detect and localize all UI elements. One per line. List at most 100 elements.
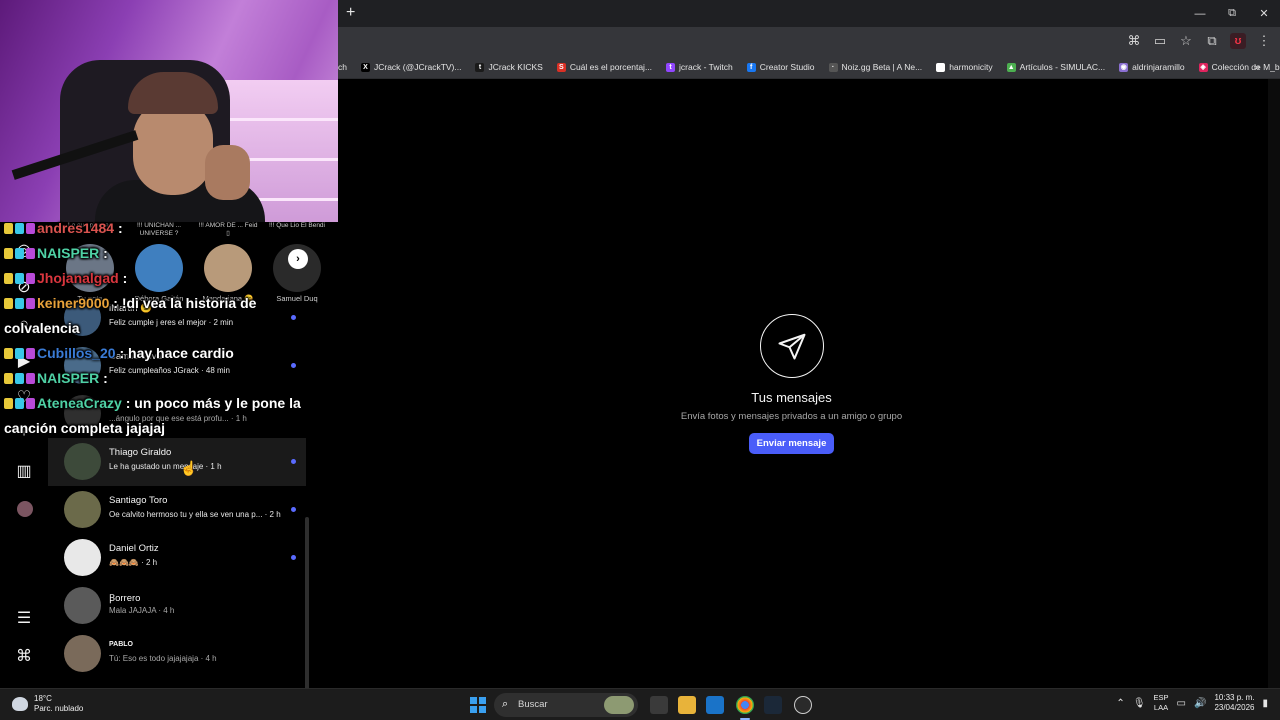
conversation-scrollbar[interactable]	[305, 517, 309, 717]
bookmark-favicon-icon: ◉	[1119, 62, 1129, 72]
threads-icon[interactable]: ⌘	[14, 646, 34, 666]
conversation-preview: Feliz cumple j eres el mejor · 2 min	[109, 318, 234, 327]
bookmark-label: Creator Studio	[759, 62, 815, 72]
preview-text: Feliz cumple j eres el mejor	[109, 318, 207, 327]
conversation-item[interactable]: Daniel Ortiz 🙈🙈🙈 · 2 h	[48, 534, 306, 582]
bookmark-favicon-icon: X	[360, 62, 370, 72]
bookmark-star-icon[interactable]: ☆	[1178, 33, 1194, 49]
unread-dot	[291, 507, 296, 512]
steam-icon[interactable]	[764, 696, 782, 714]
bookmark-item[interactable]: S Cuál es el porcentaj...	[556, 62, 652, 72]
notification-icon[interactable]: ▮	[1262, 698, 1268, 709]
dashboard-icon[interactable]: ▥	[14, 461, 34, 481]
conversation-item[interactable]: PABLO Tú: Eso es todo jajajajaja · 4 h	[48, 630, 306, 678]
microphone-icon[interactable]: 🎙	[1133, 698, 1146, 709]
conversation-avatar	[64, 587, 101, 624]
cast-icon[interactable]: ▭	[1152, 33, 1168, 49]
preview-text: Tú: Eso es todo jajajajaja	[109, 654, 199, 663]
bookmarks-overflow-icon[interactable]: »	[1254, 62, 1260, 73]
preview-time: 1 h	[235, 414, 247, 423]
volume-icon[interactable]: 🔊	[1194, 698, 1206, 709]
menu-kebab-icon[interactable]: ⋮	[1256, 33, 1272, 49]
weather-condition: Parc. nublado	[34, 704, 84, 713]
clock[interactable]: 10:33 p. m. 23/04/2026	[1214, 693, 1254, 713]
reels-icon[interactable]: ▶	[14, 351, 34, 371]
conversation-item[interactable]: Ꞵorrero Mala JAJAJA · 4 h	[48, 582, 306, 630]
note-item[interactable]: !!! UNICHAN ... UNIVERSE ? Débora Gaitán	[129, 222, 189, 303]
preview-time: 1 h	[210, 462, 222, 471]
preview-text: Feliz cumpleaños JGrack	[109, 366, 199, 375]
minimize-button[interactable]: —	[1184, 0, 1216, 27]
chrome-icon[interactable]	[736, 696, 754, 714]
bookmark-favicon-icon: S	[556, 62, 566, 72]
task-view-icon[interactable]	[650, 696, 668, 714]
note-item[interactable]: Lo que piensas Tu nota	[60, 222, 120, 303]
bookmark-item[interactable]: ◉ aldrinjaramillo	[1119, 62, 1185, 72]
preview-text: 🙈🙈🙈	[109, 558, 139, 567]
conversation-item[interactable]: Camilo Silva Feliz cumpleaños JGrack · 48…	[48, 342, 306, 390]
webcam-shelf	[230, 118, 338, 121]
instagram-sidebar: ◎ ⊘ ○ ▶ ♡ + ▥ ☰ ⌘ Lo que piensas Tu nota!…	[0, 222, 325, 717]
conversation-preview: 🙈🙈🙈 · 2 h	[109, 558, 158, 567]
taskbar-search-label: Buscar	[518, 699, 548, 710]
bookmark-item[interactable]: ▲ Artículos - SIMULAC...	[1006, 62, 1105, 72]
notes-carousel: Lo que piensas Tu nota!!! UNICHAN ... UNI…	[48, 222, 325, 303]
bookmark-favicon-icon: ▤	[936, 62, 946, 72]
bookmark-label: jcrack - Twitch	[679, 62, 733, 72]
new-tab-button[interactable]: +	[346, 4, 355, 22]
bookmark-favicon-icon: t	[666, 62, 676, 72]
webcam-person-hand	[205, 145, 250, 200]
conversation-item[interactable]: ...ángulo por que ese está profu... · 1 …	[48, 390, 306, 438]
file-explorer-icon[interactable]	[678, 696, 696, 714]
create-plus-icon[interactable]: +	[14, 423, 34, 443]
obs-icon[interactable]	[794, 696, 812, 714]
bookmark-item[interactable]: · Noiz.gg Beta | A Ne...	[828, 62, 922, 72]
conversation-list: iMartin 🙂 Feliz cumple j eres el mejor · …	[48, 294, 306, 688]
page-scrollbar[interactable]	[1268, 79, 1280, 688]
unread-dot	[291, 315, 296, 320]
bookmark-item[interactable]: ch	[338, 62, 347, 72]
note-item[interactable]: !!! AMOR DE ... Feid ▯ Mandariana 😊	[198, 222, 258, 303]
heart-icon[interactable]: ♡	[14, 387, 34, 407]
hamburger-menu-icon[interactable]: ☰	[14, 608, 34, 628]
chevron-right-icon[interactable]: ›	[288, 249, 308, 269]
windows-taskbar: 18°C Parc. nublado ⌕ Buscar ⌃ 🎙 ESP LAA …	[0, 688, 1280, 720]
conversation-item[interactable]: Santiago Toro Oe calvito hermoso tu y ell…	[48, 486, 306, 534]
mail-icon[interactable]	[706, 696, 724, 714]
weather-widget[interactable]: 18°C Parc. nublado	[12, 694, 83, 714]
conversation-avatar	[64, 491, 101, 528]
display-icon[interactable]: ▭	[1177, 698, 1186, 709]
conversation-item[interactable]: Thiago Giraldo Le ha gustado un mensaje ·…	[48, 438, 306, 486]
profile-avatar[interactable]: ʊ	[1230, 33, 1246, 49]
windows-start-icon[interactable]	[470, 697, 486, 713]
restore-button[interactable]: ⧉	[1216, 0, 1248, 27]
chevron-up-icon[interactable]: ⌃	[1116, 698, 1124, 709]
bookmarks-bar: ch X JCrack (@JCrackTV)... t JCrack KICKS S Cu…	[338, 56, 1280, 79]
taskbar-search[interactable]: ⌕ Buscar	[494, 693, 638, 717]
clock-date: 23/04/2026	[1214, 703, 1255, 712]
bookmark-label: harmonicity	[949, 62, 993, 72]
bookmark-item[interactable]: ▤ harmonicity	[936, 62, 993, 72]
bookmark-item[interactable]: X JCrack (@JCrackTV)...	[360, 62, 461, 72]
bookmark-item[interactable]: f Creator Studio	[746, 62, 815, 72]
language-indicator[interactable]: ESP LAA	[1154, 693, 1169, 713]
search-icon[interactable]: ○	[14, 315, 34, 335]
note-avatar	[204, 244, 252, 292]
browser-titlebar: + — ⧉ ✕	[338, 0, 1280, 27]
profile-avatar-icon[interactable]	[17, 501, 33, 517]
extensions-icon[interactable]: ⧉	[1204, 33, 1220, 49]
compass-icon[interactable]: ⊘	[14, 277, 34, 297]
translate-icon[interactable]: ⌘	[1126, 33, 1142, 49]
unread-dot	[291, 363, 296, 368]
close-button[interactable]: ✕	[1248, 0, 1280, 27]
send-message-button[interactable]: Enviar mensaje	[749, 433, 834, 454]
search-highlight-image	[604, 696, 634, 714]
bookmark-item[interactable]: ◈Colección de M_blei...	[1198, 62, 1280, 72]
browser-toolbar: ⌘ ▭ ☆ ⧉ ʊ ⋮	[338, 27, 1280, 56]
messenger-icon[interactable]: ◎	[14, 240, 34, 260]
conversation-item[interactable]: iMartin 🙂 Feliz cumple j eres el mejor · …	[48, 294, 306, 342]
bookmark-favicon-icon: ·	[828, 62, 838, 72]
weather-text: 18°C Parc. nublado	[34, 694, 83, 714]
bookmark-item[interactable]: t jcrack - Twitch	[666, 62, 733, 72]
bookmark-item[interactable]: t JCrack KICKS	[475, 62, 543, 72]
